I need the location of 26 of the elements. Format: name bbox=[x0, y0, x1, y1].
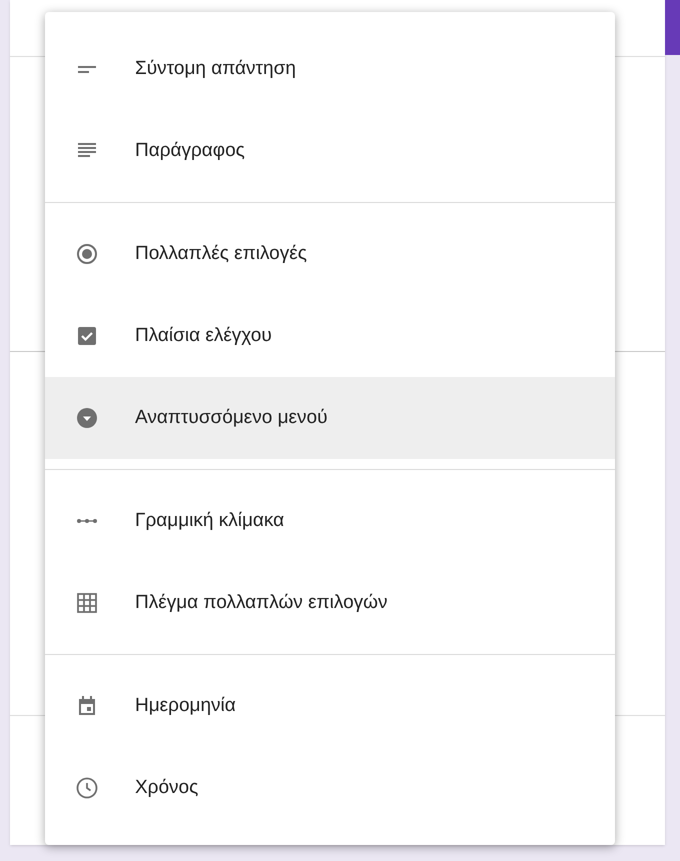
menu-item[interactable]: Πλέγμα πολλαπλών επιλογών bbox=[45, 562, 615, 644]
short-text-icon bbox=[78, 66, 96, 72]
menu-item-label: Παράγραφος bbox=[135, 138, 245, 163]
menu-item-label: Ημερομηνία bbox=[135, 694, 236, 718]
menu-item[interactable]: Παράγραφος bbox=[45, 110, 615, 192]
menu-item-label: Αναπτυσσόμενο μενού bbox=[135, 406, 328, 430]
menu-item-label: Σύντομη απάντηση bbox=[135, 56, 296, 81]
radio-button-icon bbox=[75, 242, 99, 266]
menu-item[interactable]: Ημερομηνία bbox=[45, 665, 615, 747]
menu-item[interactable]: Πλαίσια ελέγχου bbox=[45, 295, 615, 377]
grid-icon bbox=[75, 591, 99, 615]
menu-item-label: Πλαίσια ελέγχου bbox=[135, 324, 272, 348]
accent-bar bbox=[665, 0, 680, 55]
menu-item[interactable]: Πολλαπλές επιλογές bbox=[45, 213, 615, 295]
menu-item-label: Πολλαπλές επιλογές bbox=[135, 242, 307, 266]
menu-item-label: Γραμμική κλίμακα bbox=[135, 508, 284, 533]
menu-item[interactable]: Σύντομη απάντηση bbox=[45, 28, 615, 110]
checkbox-icon bbox=[75, 324, 99, 348]
menu-item-label: Πλέγμα πολλαπλών επιλογών bbox=[135, 590, 388, 615]
menu-item[interactable]: Αναπτυσσόμενο μενού bbox=[45, 377, 615, 459]
menu-item-label: Χρόνος bbox=[135, 776, 198, 800]
dropdown-circle-icon bbox=[75, 406, 99, 430]
menu-item[interactable]: Γραμμική κλίμακα bbox=[45, 480, 615, 562]
clock-icon bbox=[75, 776, 99, 800]
dotted-line-icon bbox=[77, 519, 97, 523]
menu-item[interactable]: Χρόνος bbox=[45, 747, 615, 829]
